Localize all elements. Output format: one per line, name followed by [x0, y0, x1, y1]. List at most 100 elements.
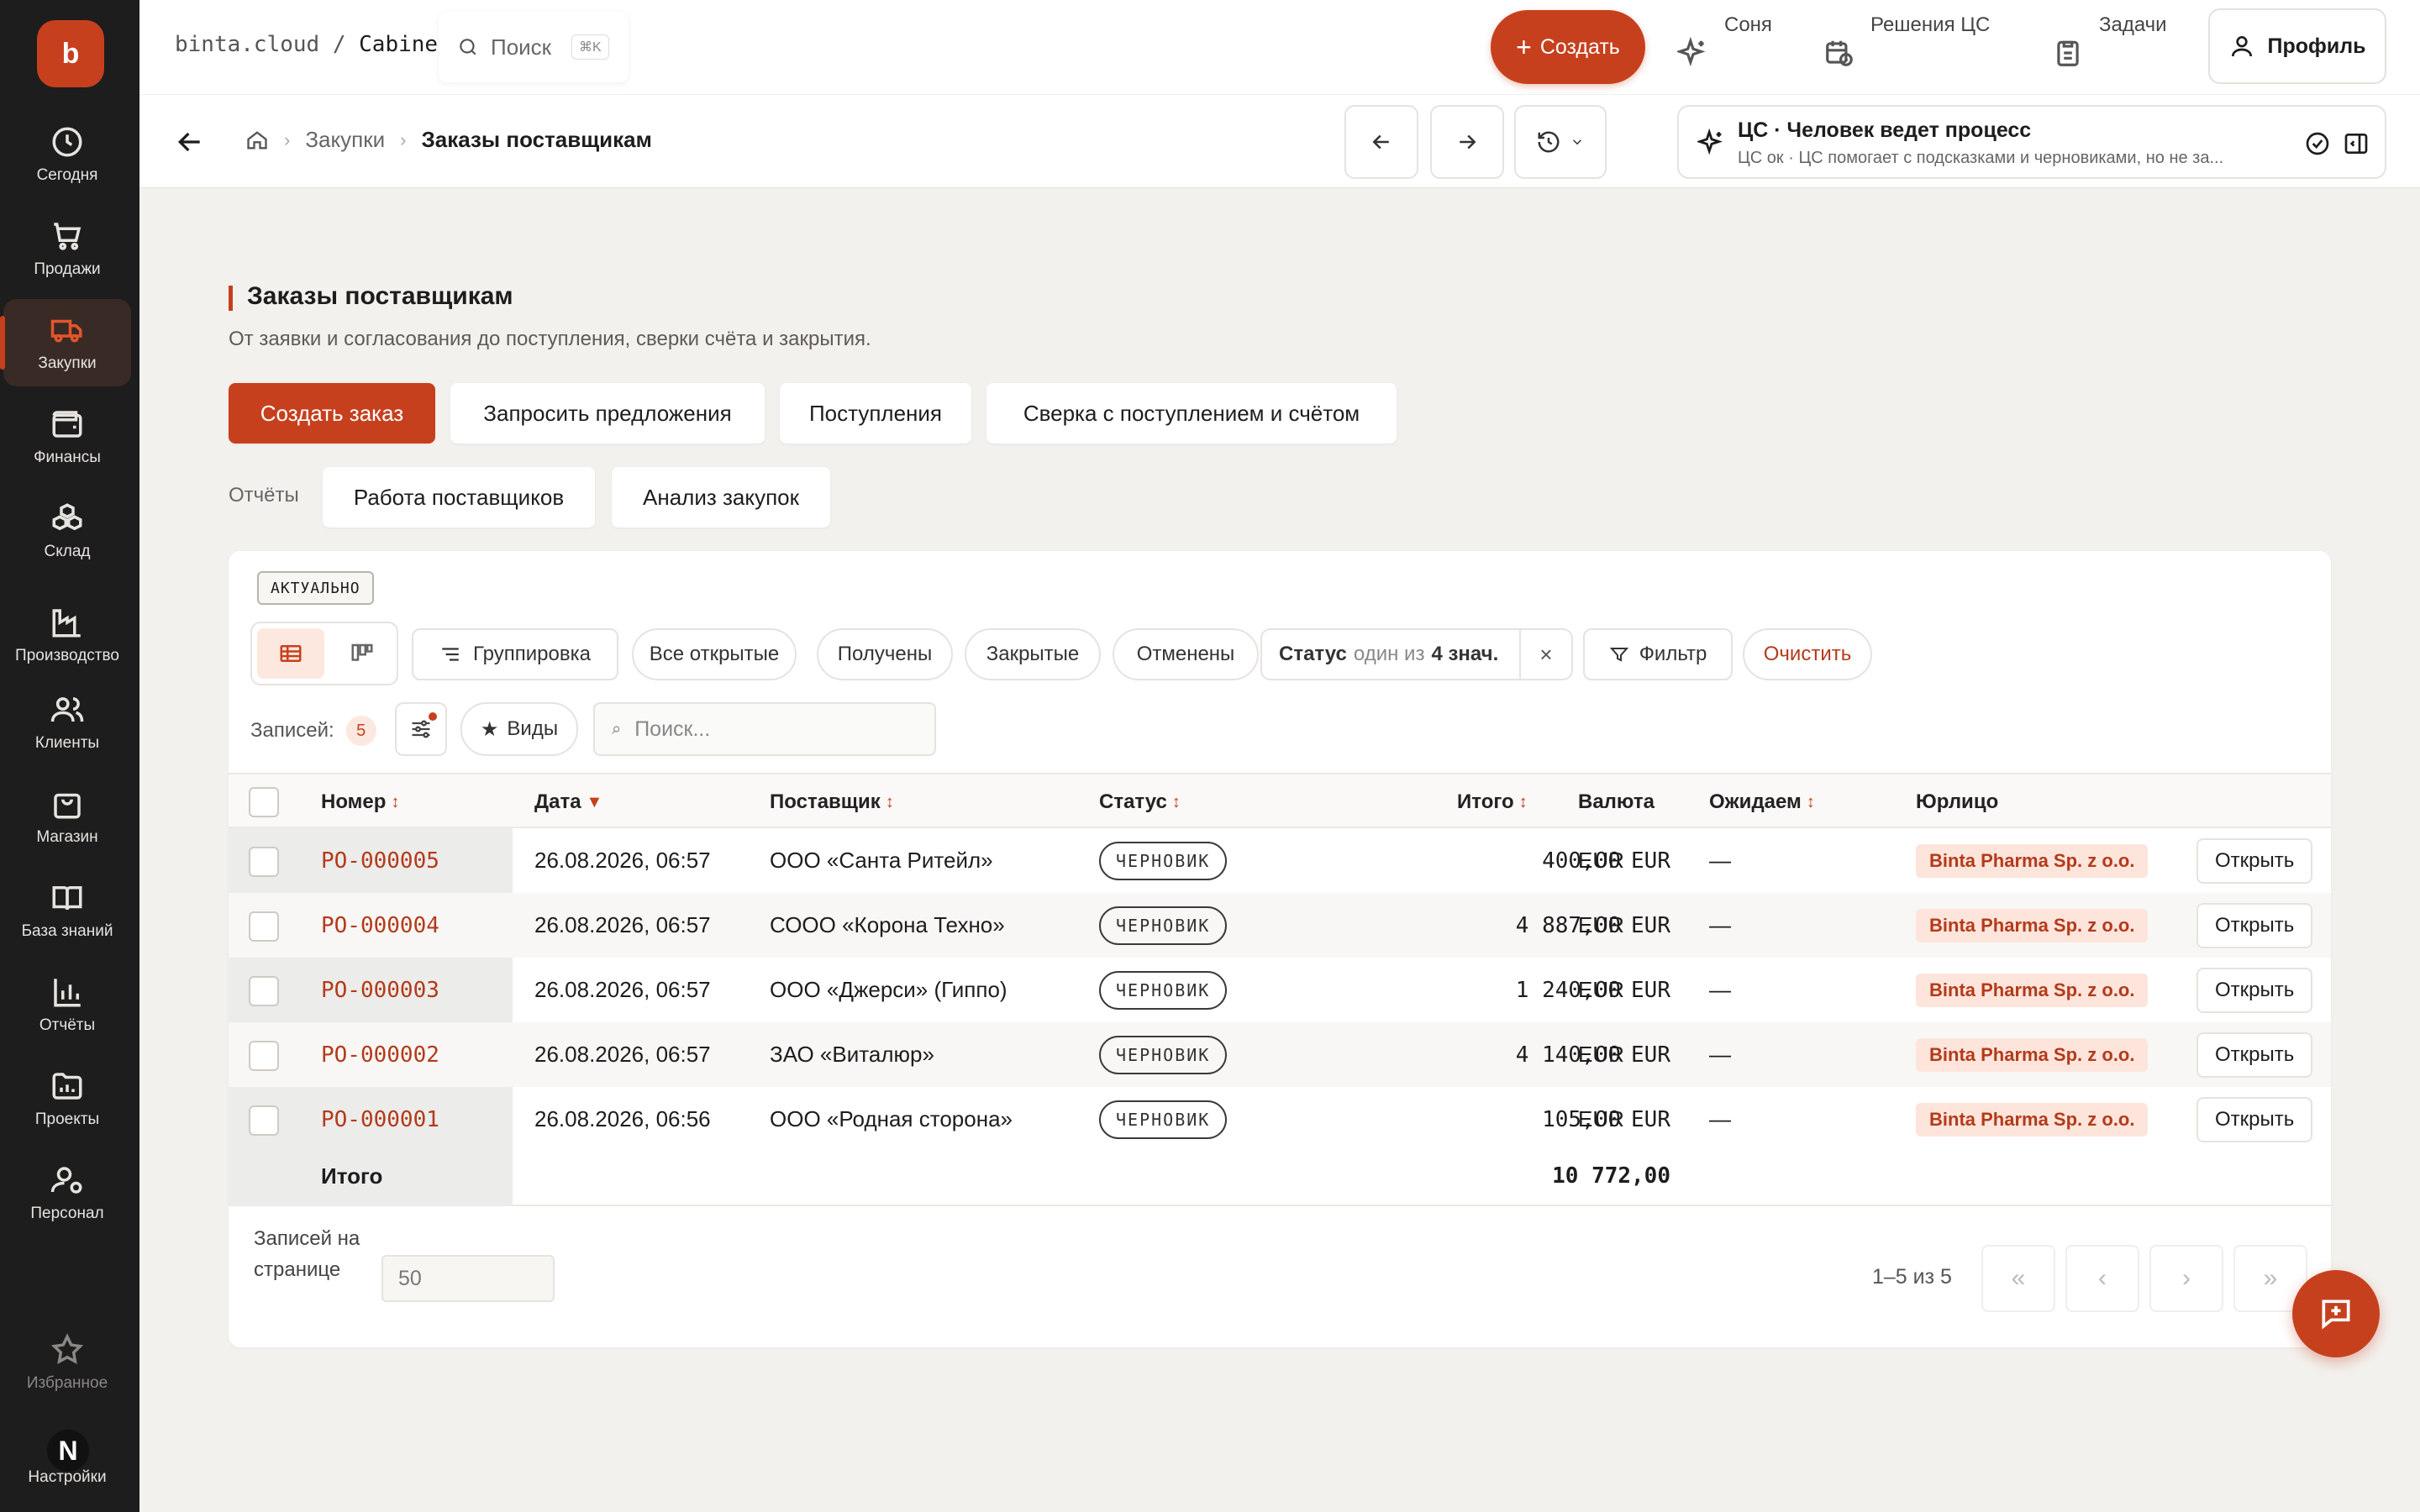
history-menu-button[interactable] — [1514, 105, 1607, 179]
per-page-input[interactable]: 50 — [381, 1255, 555, 1302]
sidebar-item-label: Отчёты — [39, 1016, 96, 1034]
sidebar-item-knowledge[interactable]: База знаний — [3, 867, 131, 954]
row-checkbox[interactable] — [249, 911, 279, 942]
column-date[interactable]: Дата ▼ — [534, 774, 602, 830]
table-row[interactable]: PO-000001 26.08.2026, 06:56 ООО «Родная … — [229, 1087, 2331, 1152]
cs-status-panel[interactable]: ЦС · Человек ведет процесс ЦС ок · ЦС по… — [1677, 105, 2386, 179]
chip-all-open[interactable]: Все открытые — [632, 628, 797, 680]
orders-card: АКТУАЛЬНО Группировка Все открытые Получ… — [229, 551, 2331, 1347]
user-avatar[interactable]: N — [47, 1430, 89, 1472]
order-currency: EUR — [1578, 1106, 1624, 1131]
tool-sonya[interactable]: Соня — [1677, 8, 1772, 86]
sidebar-item-warehouse[interactable]: Склад — [3, 487, 131, 575]
profile-button[interactable]: Профиль — [2208, 8, 2386, 84]
global-search[interactable]: Поиск ⌘K — [439, 12, 629, 82]
select-all-checkbox[interactable] — [249, 787, 279, 817]
sidebar-item-reports[interactable]: Отчёты — [3, 961, 131, 1048]
chat-fab-button[interactable] — [2292, 1270, 2380, 1357]
user-icon — [2232, 36, 2253, 57]
open-button[interactable]: Открыть — [2196, 1032, 2313, 1078]
home-icon[interactable] — [245, 129, 269, 152]
row-checkbox[interactable] — [249, 1105, 279, 1136]
row-checkbox[interactable] — [249, 847, 279, 877]
views-button[interactable]: ★ Виды — [460, 702, 578, 756]
order-number-link[interactable]: PO-000002 — [321, 1022, 439, 1087]
report-suppliers-button[interactable]: Работа поставщиков — [323, 467, 595, 528]
sidebar-item-label: База знаний — [21, 922, 113, 940]
kanban-view-button[interactable] — [331, 628, 393, 679]
table-row[interactable]: PO-000003 26.08.2026, 06:57 ООО «Джерси»… — [229, 958, 2331, 1022]
history-forward-button[interactable] — [1430, 105, 1504, 179]
next-page-button[interactable]: › — [2149, 1245, 2223, 1312]
receipts-button[interactable]: Поступления — [780, 383, 971, 444]
tool-tasks[interactable]: Задачи — [2052, 8, 2167, 86]
create-button[interactable]: + Создать — [1491, 10, 1645, 84]
check-circle-icon[interactable] — [2304, 130, 2331, 157]
first-page-button[interactable]: « — [1981, 1245, 2055, 1312]
records-count-badge: 5 — [345, 716, 376, 746]
sidebar-item-shop[interactable]: Магазин — [3, 773, 131, 860]
request-quotes-button[interactable]: Запросить предложения — [450, 383, 765, 444]
sidebar-item-purchases[interactable]: Закупки — [0, 299, 131, 386]
row-checkbox[interactable] — [249, 1041, 279, 1071]
prev-page-button[interactable]: ‹ — [2065, 1245, 2139, 1312]
row-checkbox[interactable] — [249, 976, 279, 1006]
column-supplier[interactable]: Поставщик ↕ — [770, 774, 894, 830]
table-view-button[interactable] — [257, 628, 324, 679]
panel-toggle-icon[interactable] — [2343, 130, 2370, 157]
sidebar-item-clients[interactable]: Клиенты — [3, 679, 131, 766]
order-number-link[interactable]: PO-000001 — [321, 1087, 439, 1152]
order-number-link[interactable]: PO-000005 — [321, 828, 439, 893]
column-entity[interactable]: Юрлицо — [1916, 774, 1998, 830]
table-row[interactable]: PO-000004 26.08.2026, 06:57 СООО «Корона… — [229, 893, 2331, 958]
folder-chart-icon — [52, 1073, 82, 1100]
sidebar-item-finance[interactable]: Финансы — [3, 393, 131, 480]
reconciliation-button[interactable]: Сверка с поступлением и счётом — [986, 383, 1397, 444]
open-button[interactable]: Открыть — [2196, 837, 2313, 884]
grouping-button[interactable]: Группировка — [412, 628, 618, 680]
open-button[interactable]: Открыть — [2196, 902, 2313, 948]
filter-button[interactable]: Фильтр — [1583, 628, 1733, 680]
close-icon[interactable]: × — [1519, 630, 1571, 679]
star-icon: ★ — [480, 717, 499, 741]
history-back-button[interactable] — [1344, 105, 1418, 179]
sidebar-item-staff[interactable]: Персонал — [3, 1149, 131, 1236]
tool-cs-decisions[interactable]: Решения ЦС — [1823, 8, 1990, 86]
column-total[interactable]: Итого ↕ — [1457, 774, 1528, 830]
sidebar-item-production[interactable]: Производство — [3, 588, 131, 682]
column-currency[interactable]: Валюта — [1578, 774, 1655, 830]
chip-closed[interactable]: Закрытые — [965, 628, 1101, 680]
filter-label: Фильтр — [1639, 643, 1707, 665]
chip-cancelled[interactable]: Отменены — [1113, 628, 1259, 680]
order-number-link[interactable]: PO-000003 — [321, 958, 439, 1022]
status-filter-chip[interactable]: Статус один из 4 знач. × — [1260, 628, 1573, 680]
table-row[interactable]: PO-000002 26.08.2026, 06:57 ЗАО «Виталюр… — [229, 1022, 2331, 1087]
total-currency: EUR — [1631, 912, 1670, 938]
table-search-input[interactable]: ⌕ Поиск... — [593, 702, 936, 756]
create-order-button[interactable]: Создать заказ — [229, 383, 435, 444]
app-logo[interactable]: b — [37, 20, 104, 87]
order-number-link[interactable]: PO-000004 — [321, 893, 439, 958]
column-expected[interactable]: Ожидаем ↕ — [1709, 774, 1815, 830]
order-date: 26.08.2026, 06:57 — [534, 912, 711, 937]
clear-filters-button[interactable]: Очистить — [1743, 628, 1872, 680]
breadcrumb-purchases[interactable]: Закупки — [305, 127, 385, 153]
back-arrow-icon[interactable] — [173, 125, 207, 159]
sidebar-item-favorites[interactable]: Избранное — [3, 1319, 131, 1406]
search-placeholder: Поиск... — [634, 717, 711, 741]
tool-label: Задачи — [2099, 13, 2167, 36]
chip-received[interactable]: Получены — [817, 628, 953, 680]
sidebar-item-today[interactable]: Сегодня — [3, 111, 131, 198]
column-settings-button[interactable] — [395, 702, 447, 756]
report-purchases-button[interactable]: Анализ закупок — [612, 467, 830, 528]
reports-label: Отчёты — [229, 484, 299, 507]
tool-label: Соня — [1724, 13, 1772, 36]
open-button[interactable]: Открыть — [2196, 967, 2313, 1013]
workspace-path[interactable]: binta.cloud / Cabinet — [175, 32, 451, 57]
column-status[interactable]: Статус ↕ — [1099, 774, 1181, 830]
open-button[interactable]: Открыть — [2196, 1096, 2313, 1142]
sidebar-item-sales[interactable]: Продажи — [3, 205, 131, 292]
table-row[interactable]: PO-000005 26.08.2026, 06:57 ООО «Санта Р… — [229, 828, 2331, 893]
sidebar-item-projects[interactable]: Проекты — [3, 1055, 131, 1142]
column-number[interactable]: Номер ↕ — [321, 774, 399, 830]
